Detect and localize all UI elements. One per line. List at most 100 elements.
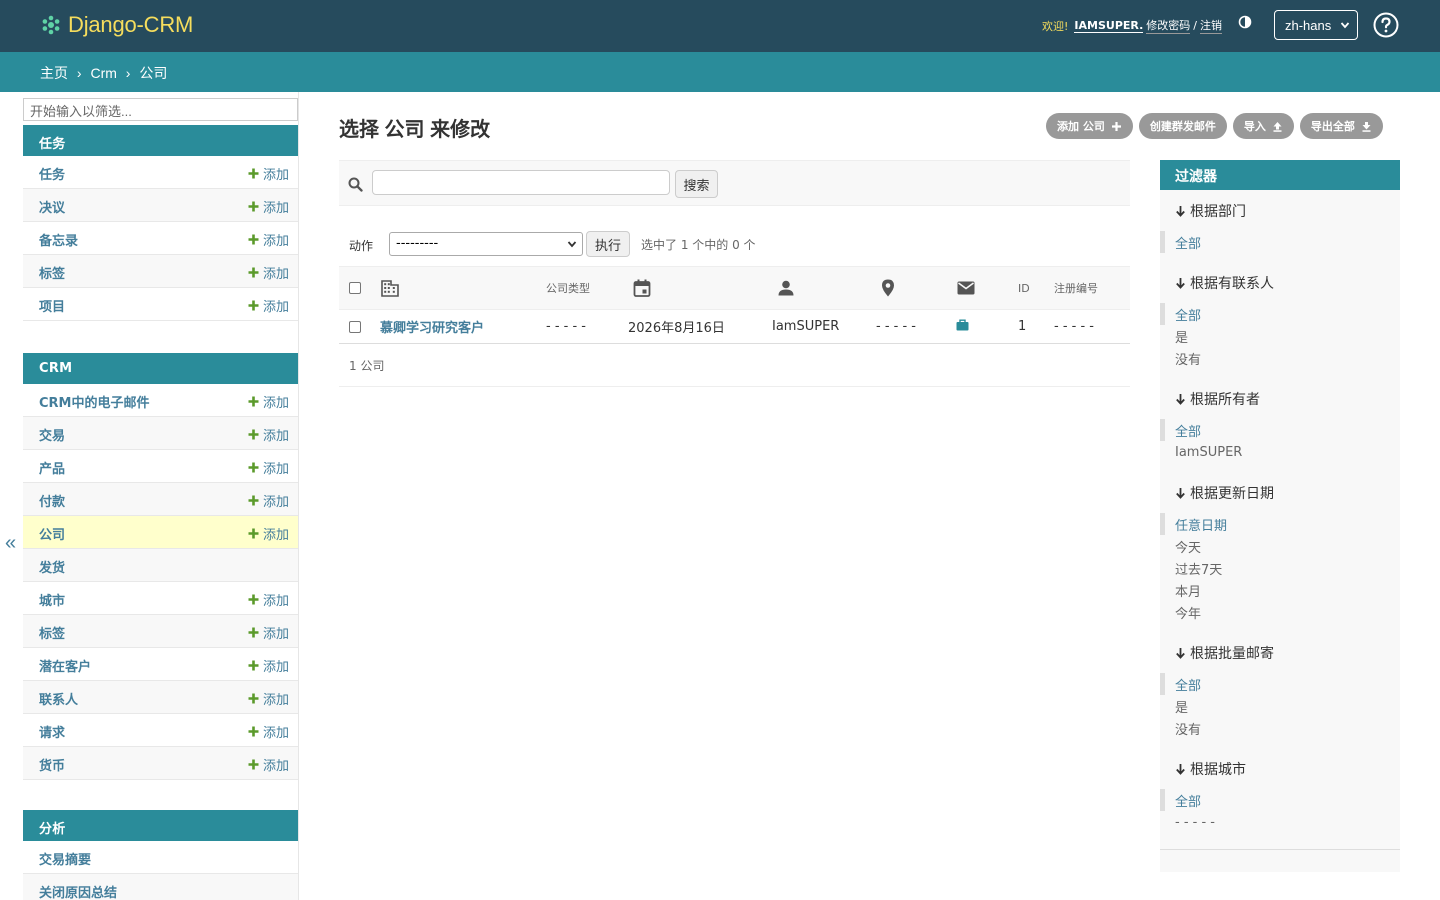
sidebar-item-link[interactable]: 城市: [39, 590, 65, 609]
sidebar-add-link[interactable]: 添加: [248, 425, 289, 444]
module-caption[interactable]: CRM: [23, 353, 298, 384]
action-select[interactable]: ---------: [389, 232, 583, 256]
column-company-type[interactable]: 公司类型: [546, 267, 628, 310]
sidebar-add-link[interactable]: 添加: [248, 755, 289, 774]
filter-option[interactable]: 今天: [1160, 535, 1400, 557]
filter-option[interactable]: 任意日期: [1160, 513, 1400, 535]
briefcase-icon[interactable]: [956, 319, 969, 331]
breadcrumb-app[interactable]: Crm: [90, 65, 116, 81]
sidebar-item-link[interactable]: 发货: [39, 557, 65, 576]
sidebar-add-link[interactable]: 添加: [248, 689, 289, 708]
filter-group-title[interactable]: 根据更新日期: [1160, 482, 1400, 504]
sidebar-add-link[interactable]: 添加: [248, 230, 289, 249]
sidebar-item-link[interactable]: 标签: [39, 263, 65, 282]
sidebar-add-link[interactable]: 添加: [248, 590, 289, 609]
column-id[interactable]: ID: [1018, 267, 1054, 310]
sidebar-item-link[interactable]: 联系人: [39, 689, 78, 708]
sidebar-add-link[interactable]: 添加: [248, 524, 289, 543]
branding[interactable]: Django-CRM: [40, 12, 193, 38]
export-all-button[interactable]: 导出全部: [1299, 113, 1383, 139]
sidebar-row: 任务 添加: [23, 156, 298, 189]
search-icon: [348, 177, 363, 192]
sidebar-item-link[interactable]: 付款: [39, 491, 65, 510]
sidebar-item-link[interactable]: 任务: [39, 164, 65, 183]
sidebar-add-link[interactable]: 添加: [248, 263, 289, 282]
company-name-link[interactable]: 慕卿学习研究客户: [380, 321, 484, 336]
mass-mail-button[interactable]: 创建群发邮件: [1138, 113, 1227, 139]
filter-option[interactable]: 没有: [1160, 717, 1400, 739]
language-select[interactable]: zh-hans: [1274, 10, 1358, 40]
plus-icon: [248, 168, 259, 179]
help-icon[interactable]: [1373, 12, 1399, 38]
location-icon[interactable]: [878, 278, 898, 298]
filter-group-title[interactable]: 根据城市: [1160, 758, 1400, 780]
sidebar-add-link[interactable]: 添加: [248, 458, 289, 477]
select-all-checkbox[interactable]: [349, 282, 361, 294]
filter-option[interactable]: 是: [1160, 695, 1400, 717]
filter-option[interactable]: 全部: [1160, 789, 1400, 811]
calendar-icon[interactable]: [632, 278, 652, 298]
filter-option[interactable]: 全部: [1160, 673, 1400, 695]
sidebar-item-link[interactable]: 关闭原因总结: [39, 882, 117, 900]
brand-title: Django-CRM: [68, 12, 194, 37]
sidebar-item-link[interactable]: 产品: [39, 458, 65, 477]
add-company-button[interactable]: 添加 公司: [1046, 113, 1133, 139]
sidebar-add-link[interactable]: 添加: [248, 392, 289, 411]
sidebar-add-link[interactable]: 添加: [248, 722, 289, 741]
filter-group-label: 根据批量邮寄: [1190, 646, 1274, 662]
theme-toggle-icon[interactable]: [1238, 15, 1252, 29]
sidebar-item-link[interactable]: CRM中的电子邮件: [39, 392, 150, 411]
filter-option[interactable]: - - - - -: [1160, 811, 1400, 833]
filter-option[interactable]: 今年: [1160, 601, 1400, 623]
filter-group-title[interactable]: 根据所有者: [1160, 388, 1400, 410]
sidebar-add-link[interactable]: 添加: [248, 623, 289, 642]
search-button[interactable]: 搜索: [675, 170, 718, 198]
sidebar-item-link[interactable]: 项目: [39, 296, 65, 315]
nav-filter-input[interactable]: 开始输入以筛选...: [23, 98, 298, 121]
person-icon[interactable]: [776, 278, 796, 298]
search-input[interactable]: [372, 170, 670, 195]
sidebar-item-link[interactable]: 货币: [39, 755, 65, 774]
sidebar-item-link[interactable]: 请求: [39, 722, 65, 741]
filter-group-title[interactable]: 根据批量邮寄: [1160, 642, 1400, 664]
change-password-link[interactable]: 修改密码: [1146, 17, 1191, 34]
sidebar-add-link[interactable]: 添加: [248, 491, 289, 510]
sidebar-add-link[interactable]: 添加: [248, 197, 289, 216]
import-button[interactable]: 导入: [1232, 113, 1294, 139]
row-select-checkbox[interactable]: [349, 320, 361, 333]
run-action-button[interactable]: 执行: [586, 231, 630, 257]
toggle-nav-sidebar-button[interactable]: «: [5, 532, 16, 555]
mail-icon[interactable]: [956, 278, 976, 298]
filter-option[interactable]: 全部: [1160, 231, 1400, 253]
sidebar-item-link[interactable]: 交易: [39, 425, 65, 444]
arrow-down-icon: [1176, 488, 1185, 499]
sidebar-add-link[interactable]: 添加: [248, 164, 289, 183]
logout-link[interactable]: 注销: [1199, 17, 1222, 34]
breadcrumb-home[interactable]: 主页: [40, 65, 68, 81]
filter-option[interactable]: 本月: [1160, 579, 1400, 601]
username: IAMSUPER.: [1074, 18, 1144, 33]
filter-option[interactable]: 没有: [1160, 347, 1400, 369]
sidebar-add-link[interactable]: 添加: [248, 296, 289, 315]
sidebar-item-link[interactable]: 潜在客户: [39, 656, 91, 675]
sidebar-item-link[interactable]: 交易摘要: [39, 849, 91, 868]
sidebar-item-link[interactable]: 标签: [39, 623, 65, 642]
filter-option[interactable]: 是: [1160, 325, 1400, 347]
filter-option[interactable]: 全部: [1160, 303, 1400, 325]
sidebar-add-label: 添加: [262, 267, 289, 282]
sidebar-item-link[interactable]: 备忘录: [39, 230, 78, 249]
module-analytics: 分析交易摘要关闭原因总结: [23, 810, 298, 900]
column-registration-number[interactable]: 注册编号: [1054, 267, 1130, 310]
filter-group-title[interactable]: 根据有联系人: [1160, 272, 1400, 294]
sidebar-item-link[interactable]: 公司: [39, 524, 65, 543]
filter-option[interactable]: IamSUPER: [1160, 441, 1400, 463]
module-caption[interactable]: 任务: [23, 125, 298, 156]
sidebar-item-link[interactable]: 决议: [39, 197, 65, 216]
filter-option[interactable]: 全部: [1160, 419, 1400, 441]
sidebar-add-link[interactable]: 添加: [248, 656, 289, 675]
module-caption[interactable]: 分析: [23, 810, 298, 841]
building-icon[interactable]: [380, 278, 400, 298]
filter-option[interactable]: 过去7天: [1160, 557, 1400, 579]
plus-icon: [248, 234, 259, 245]
filter-group-title[interactable]: 根据部门: [1160, 200, 1400, 222]
